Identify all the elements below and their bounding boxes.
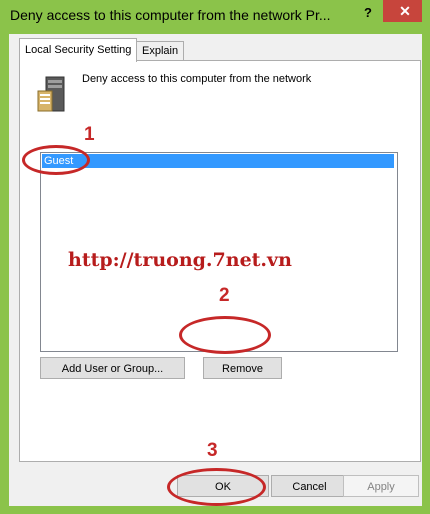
annotation-ellipse-ok bbox=[167, 468, 266, 506]
annotation-number-3: 3 bbox=[207, 440, 218, 461]
close-button[interactable]: ✕ bbox=[383, 0, 427, 22]
cancel-button[interactable]: Cancel bbox=[271, 475, 348, 497]
window-frame-left bbox=[0, 0, 9, 514]
title-bar: Deny access to this computer from the ne… bbox=[0, 0, 430, 34]
annotation-number-2: 2 bbox=[219, 285, 230, 306]
annotation-ellipse-remove bbox=[179, 316, 271, 354]
window-frame-right bbox=[422, 0, 430, 514]
add-user-or-group-button[interactable]: Add User or Group... bbox=[40, 357, 185, 379]
watermark-url: http://truong.7net.vn bbox=[68, 249, 292, 271]
dialog-client-area: Local Security Setting Explain Deny acce… bbox=[9, 34, 422, 506]
tab-explain[interactable]: Explain bbox=[136, 41, 185, 61]
list-item-guest[interactable]: Guest bbox=[42, 154, 394, 168]
help-button[interactable]: ? bbox=[358, 3, 378, 23]
window-title: Deny access to this computer from the ne… bbox=[10, 7, 331, 23]
tab-panel: Deny access to this computer from the ne… bbox=[19, 60, 421, 462]
annotation-ellipse-guest bbox=[22, 145, 90, 175]
tab-local-security-setting[interactable]: Local Security Setting bbox=[19, 38, 138, 62]
server-icon bbox=[37, 76, 65, 112]
apply-button: Apply bbox=[343, 475, 419, 497]
policy-title: Deny access to this computer from the ne… bbox=[82, 73, 312, 85]
window-frame-bottom bbox=[0, 506, 430, 514]
remove-button[interactable]: Remove bbox=[203, 357, 282, 379]
annotation-number-1: 1 bbox=[84, 124, 95, 145]
